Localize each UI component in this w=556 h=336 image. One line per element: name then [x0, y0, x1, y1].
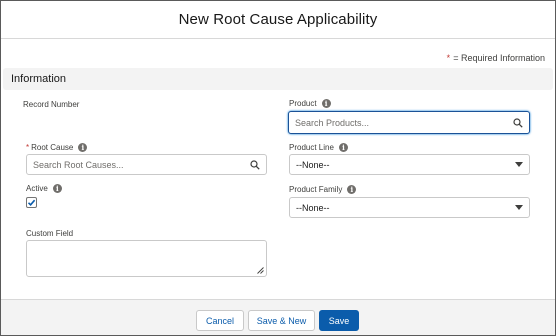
active-label: Active i — [26, 184, 62, 193]
product-family-value: --None-- — [296, 202, 330, 213]
record-number-label-text: Record Number — [23, 100, 80, 109]
product-family-select[interactable]: --None-- — [289, 197, 530, 218]
custom-field-label-text: Custom Field — [26, 229, 74, 238]
chevron-down-icon — [515, 162, 523, 167]
resize-handle-icon[interactable] — [257, 267, 264, 274]
modal-header: New Root Cause Applicability — [1, 1, 555, 39]
section-title: Information — [11, 73, 67, 85]
new-record-modal: New Root Cause Applicability * = Required… — [0, 0, 556, 336]
required-asterisk: * — [446, 53, 451, 63]
product-label-text: Product — [289, 99, 317, 108]
save-and-new-button[interactable]: Save & New — [248, 310, 315, 331]
search-icon — [250, 159, 260, 170]
info-icon[interactable]: i — [78, 143, 88, 152]
modal-footer: Cancel Save & New Save — [1, 299, 555, 335]
custom-field-label: Custom Field — [26, 229, 73, 238]
root-cause-placeholder: Search Root Causes... — [33, 159, 124, 170]
product-line-value: --None-- — [296, 159, 330, 170]
root-cause-label-text: Root Cause — [31, 143, 74, 152]
info-icon[interactable]: i — [52, 184, 62, 193]
custom-field-textarea[interactable] — [26, 240, 267, 277]
product-label: Product i — [289, 99, 331, 108]
information-section-header[interactable]: Information — [3, 68, 553, 90]
info-icon[interactable]: i — [338, 143, 348, 152]
active-checkbox[interactable] — [26, 197, 37, 208]
checkmark-icon — [27, 199, 36, 206]
product-line-select[interactable]: --None-- — [289, 154, 530, 175]
product-family-label: Product Family i — [289, 185, 357, 194]
required-information-note: * = Required Information — [447, 53, 545, 63]
info-icon[interactable]: i — [321, 99, 331, 108]
root-cause-search-input[interactable]: Search Root Causes... — [26, 154, 267, 175]
save-button[interactable]: Save — [319, 310, 359, 331]
info-icon[interactable]: i — [347, 185, 357, 194]
required-asterisk: * — [26, 143, 30, 152]
record-number-label: Record Number — [23, 100, 79, 109]
product-line-label-text: Product Line — [289, 143, 334, 152]
modal-title: New Root Cause Applicability — [178, 11, 378, 28]
search-icon — [513, 117, 523, 128]
cancel-button[interactable]: Cancel — [196, 310, 244, 331]
product-search-input[interactable]: Search Products... — [288, 111, 530, 134]
required-information-text: = Required Information — [453, 53, 545, 63]
product-family-label-text: Product Family — [289, 185, 343, 194]
product-placeholder: Search Products... — [295, 117, 370, 128]
product-line-label: Product Line i — [289, 143, 348, 152]
active-label-text: Active — [26, 184, 48, 193]
chevron-down-icon — [515, 205, 523, 210]
root-cause-label: * Root Cause i — [26, 143, 88, 152]
